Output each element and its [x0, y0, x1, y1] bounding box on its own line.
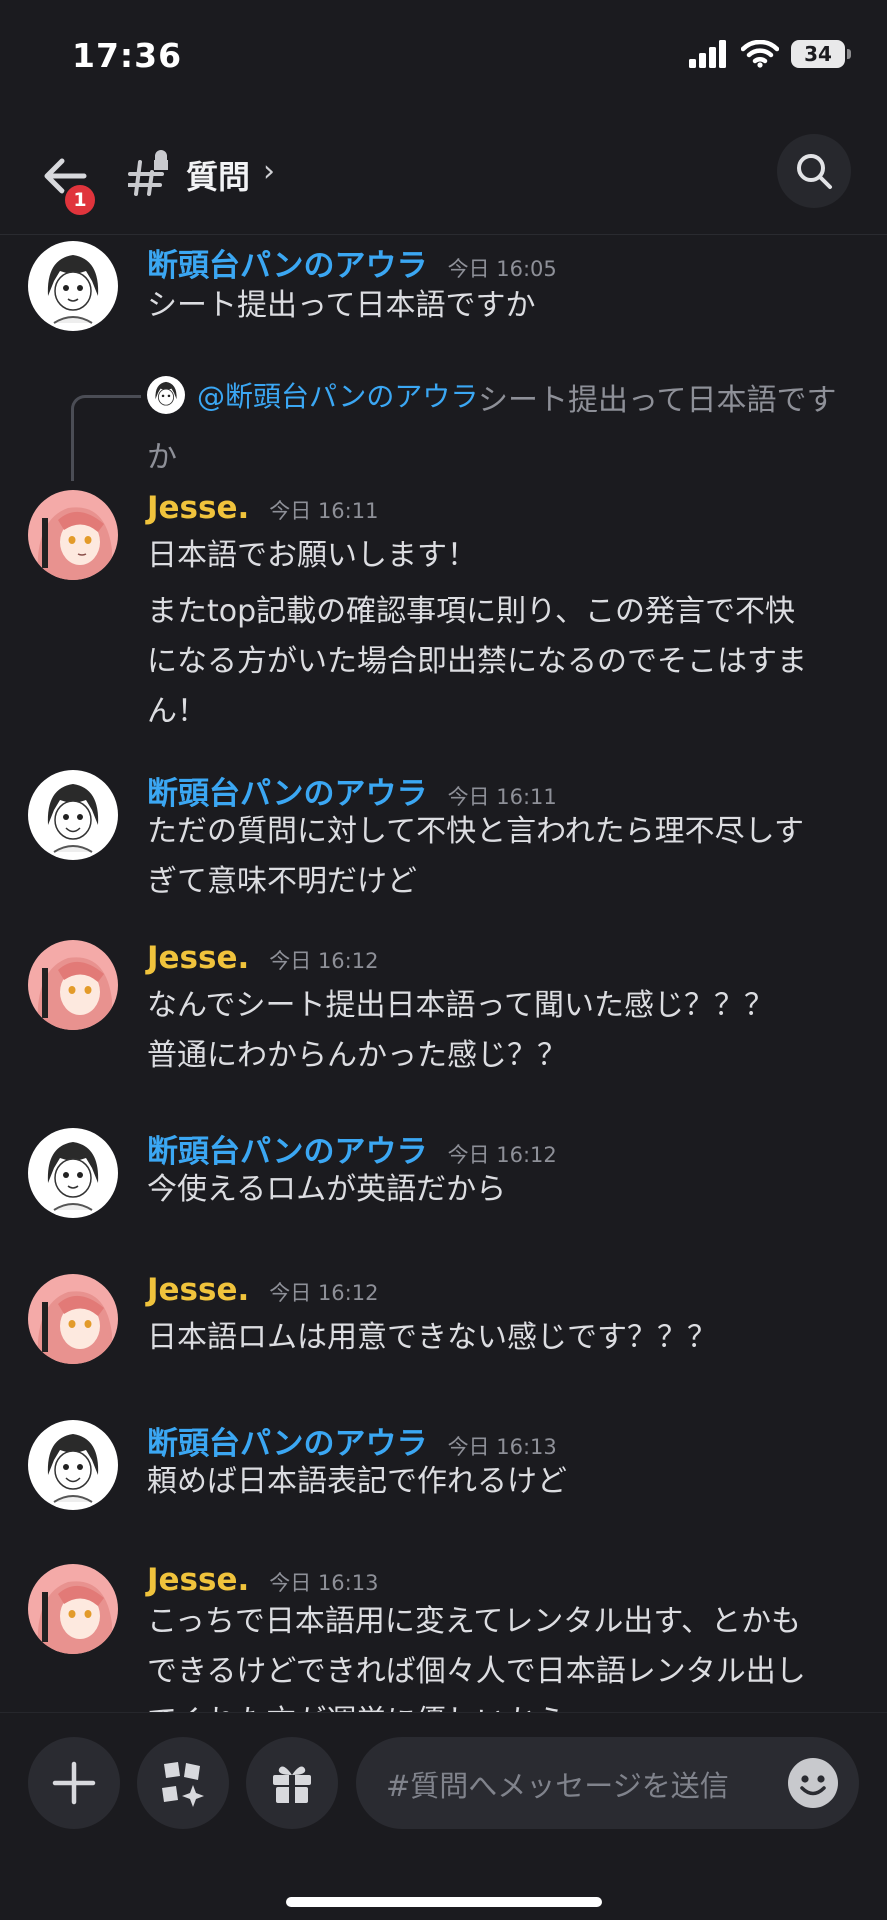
reply-preview-text[interactable]: シート提出って日本語です [478, 375, 837, 419]
gift-button[interactable] [246, 1737, 338, 1829]
reply-preview-text-continued[interactable]: か [147, 432, 177, 476]
apps-button[interactable] [137, 1737, 229, 1829]
aura-avatar-icon [47, 255, 99, 324]
avatar[interactable] [28, 1564, 118, 1654]
author-name[interactable]: Jesse. [147, 940, 249, 976]
author-name[interactable]: Jesse. [147, 490, 249, 526]
message-list[interactable]: 断頭台パンのアウラ 今日 16:05 シート提出って日本語ですか @断頭台パンの… [0, 236, 887, 1712]
timestamp: 今日 16:05 [447, 257, 557, 281]
avatar[interactable] [28, 1274, 118, 1364]
battery-level: 34 [804, 42, 832, 66]
message-text: 普通にわからんかった感じ？？ [147, 1038, 567, 1073]
message-text: 日本語ロムは用意できない感じです？？？ [147, 1320, 717, 1355]
message-text: になる方がいた場合即出禁になるのでそこはすま [147, 644, 807, 679]
message-text: 頼めば日本語表記で作れるけど [147, 1464, 567, 1499]
channel-name[interactable]: 質問 [186, 152, 250, 198]
message-text: 今使えるロムが英語だから [147, 1172, 507, 1207]
home-indicator [286, 1897, 602, 1907]
avatar[interactable] [28, 940, 118, 1030]
message-header: Jesse. 今日 16:12 [147, 1272, 378, 1308]
timestamp: 今日 16:12 [269, 1281, 379, 1305]
battery-icon: 34 [791, 40, 851, 68]
reply-connector [71, 395, 141, 481]
author-name[interactable]: Jesse. [147, 1272, 249, 1308]
jesse-avatar-icon [37, 507, 112, 580]
message-text: シート提出って日本語ですか [147, 288, 536, 323]
search-button[interactable] [777, 134, 851, 208]
jesse-avatar-icon [37, 1581, 112, 1654]
author-name[interactable]: 断頭台パンのアウラ [147, 240, 428, 285]
avatar[interactable] [28, 1420, 118, 1510]
aura-avatar-icon [47, 1434, 99, 1503]
status-time: 17:36 [72, 36, 183, 75]
plus-icon [52, 1761, 96, 1805]
message-text: 日本語でお願いします！ [147, 538, 477, 573]
message-text: てくれた方が運営に優しいから [147, 1696, 566, 1712]
search-icon [797, 154, 832, 189]
apps-sparkle-icon [162, 1762, 204, 1807]
jesse-avatar-icon [37, 1291, 112, 1364]
avatar[interactable] [28, 1128, 118, 1218]
reply-mention[interactable]: @断頭台パンのアウラ [197, 375, 478, 415]
avatar[interactable] [28, 490, 118, 580]
message-input[interactable]: #質問へメッセージを送信 [356, 1737, 859, 1829]
jesse-avatar-icon [37, 957, 112, 1030]
reply-avatar [147, 376, 185, 414]
aura-avatar-icon [47, 1142, 99, 1211]
message-text: できるけどできれば個々人で日本語レンタル出し [147, 1654, 806, 1689]
message-header: Jesse. 今日 16:12 [147, 940, 378, 976]
timestamp: 今日 16:12 [269, 949, 379, 973]
message-header: 断頭台パンのアウラ 今日 16:05 [147, 240, 557, 285]
author-name[interactable]: Jesse. [147, 1562, 249, 1598]
message-text: またtop記載の確認事項に則り、この発言で不快 [147, 594, 795, 629]
aura-avatar-icon [47, 784, 99, 853]
add-attachment-button[interactable] [28, 1737, 120, 1829]
message-text: ぎて意味不明だけど [147, 864, 417, 899]
cellular-signal-icon [689, 40, 726, 68]
message-text: ただの質問に対して不快と言われたら理不尽しす [147, 814, 804, 849]
gift-icon [273, 1766, 311, 1803]
aura-avatar-icon [155, 381, 177, 406]
message-text: こっちで日本語用に変えてレンタル出す、とかも [147, 1604, 801, 1639]
message-header: Jesse. 今日 16:11 [147, 490, 378, 526]
unread-badge: 1 [62, 182, 98, 218]
channel-hash-icon [128, 150, 168, 196]
avatar[interactable] [28, 770, 118, 860]
avatar[interactable] [28, 241, 118, 331]
chevron-right-icon[interactable]: › [263, 154, 275, 189]
channel-header: 1 質問 › [0, 110, 887, 235]
message-input-placeholder: #質問へメッセージを送信 [386, 1769, 729, 1803]
composer: #質問へメッセージを送信 [0, 1712, 887, 1920]
status-bar: 17:36 34 [0, 0, 887, 110]
status-icons: 34 [689, 40, 851, 68]
message-text: なんでシート提出日本語って聞いた感じ？？？ [147, 988, 774, 1023]
message-header: Jesse. 今日 16:13 [147, 1562, 378, 1598]
message-text: ん！ [147, 694, 207, 729]
emoji-icon[interactable] [787, 1757, 839, 1809]
wifi-icon [741, 40, 779, 68]
timestamp: 今日 16:13 [269, 1571, 379, 1595]
timestamp: 今日 16:11 [269, 499, 379, 523]
